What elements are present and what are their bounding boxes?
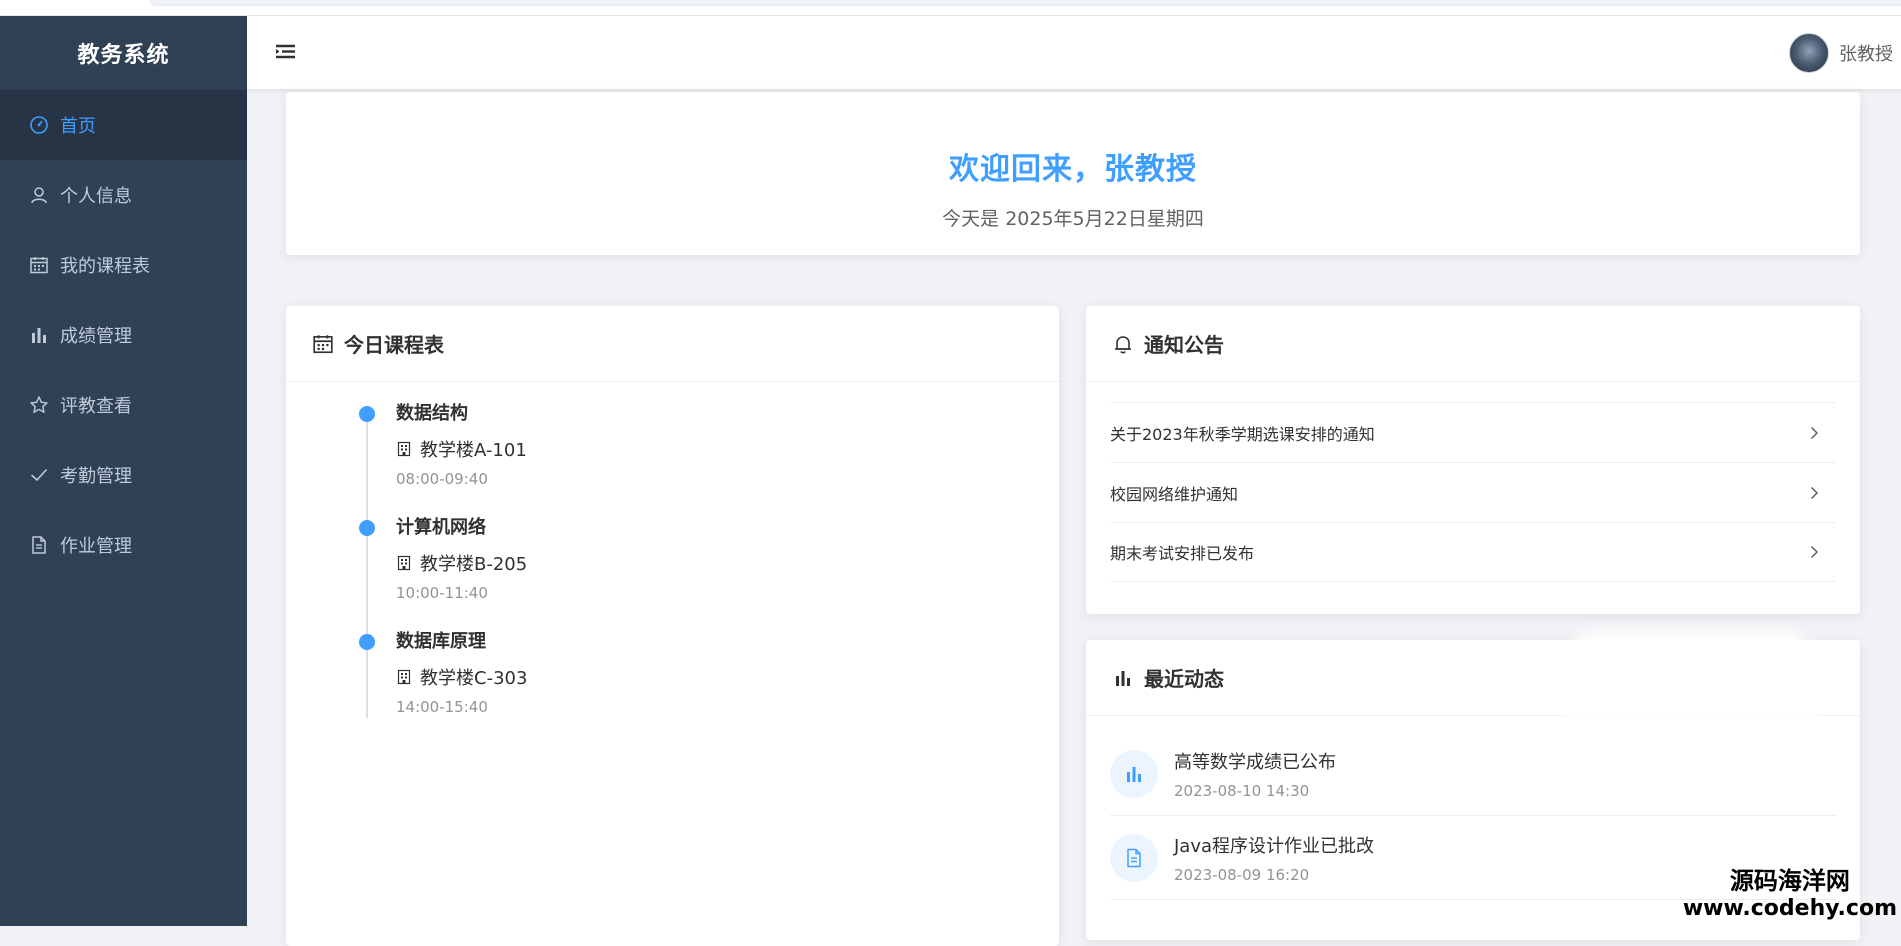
collapse-menu-icon[interactable]	[273, 40, 299, 66]
building-icon	[396, 555, 412, 571]
user-menu[interactable]: 张教授	[1789, 32, 1893, 74]
card-title: 通知公告	[1144, 329, 1224, 358]
sidebar-item-home[interactable]: 首页	[0, 90, 247, 160]
notice-title: 关于2023年秋季学期选课安排的通知	[1110, 421, 1375, 445]
course-location-text: 教学楼C-303	[420, 664, 527, 690]
activity-title: Java程序设计作业已批改	[1174, 832, 1374, 858]
notices-card: 通知公告 关于2023年秋季学期选课安排的通知 校园网络维护通知 期末考试安排已…	[1086, 306, 1860, 614]
document-icon	[1110, 834, 1158, 882]
sidebar-item-label: 作业管理	[60, 532, 132, 558]
notice-item[interactable]: 期末考试安排已发布	[1110, 522, 1836, 582]
chevron-right-icon	[1806, 425, 1822, 441]
sidebar-item-profile[interactable]: 个人信息	[0, 160, 247, 230]
bar-chart-icon	[28, 324, 50, 346]
welcome-title: 欢迎回来，张教授	[286, 144, 1860, 188]
notice-title: 期末考试安排已发布	[1110, 540, 1254, 564]
building-icon	[396, 441, 412, 457]
sidebar-item-label: 成绩管理	[60, 322, 132, 348]
dashboard-icon	[28, 114, 50, 136]
bar-chart-icon	[1112, 667, 1134, 689]
card-title: 今日课程表	[344, 329, 444, 358]
chevron-right-icon	[1806, 485, 1822, 501]
sidebar-item-label: 个人信息	[60, 182, 132, 208]
course-name: 数据库原理	[396, 628, 1059, 656]
watermark: 源码海洋网 www.codehy.com	[1683, 866, 1897, 922]
sidebar-item-grades[interactable]: 成绩管理	[0, 300, 247, 370]
notice-item[interactable]: 校园网络维护通知	[1110, 462, 1836, 522]
course-location-text: 教学楼A-101	[420, 436, 527, 462]
card-header: 通知公告	[1086, 306, 1860, 382]
activity-content: 高等数学成绩已公布 2023-08-10 14:30	[1174, 748, 1336, 800]
course-time: 10:00-11:40	[396, 584, 1059, 602]
notice-title: 校园网络维护通知	[1110, 481, 1238, 505]
course-location-text: 教学楼B-205	[420, 550, 527, 576]
sidebar-item-attendance[interactable]: 考勤管理	[0, 440, 247, 510]
activity-title: 高等数学成绩已公布	[1174, 748, 1336, 774]
sidebar: 教务系统 首页 个人信息 我的课程表 成绩管理 评教查看 考勤管理	[0, 16, 247, 926]
sidebar-item-label: 首页	[60, 112, 96, 138]
bar-chart-icon	[1110, 750, 1158, 798]
course-location: 教学楼C-303	[396, 664, 1059, 690]
sidebar-item-label: 我的课程表	[60, 252, 150, 278]
course-location: 教学楼A-101	[396, 436, 1059, 462]
card-title: 最近动态	[1144, 663, 1224, 692]
schedule-item: 数据结构 教学楼A-101 08:00-09:40	[366, 400, 1059, 514]
overlay-artifact	[1560, 630, 1820, 750]
watermark-line2: www.codehy.com	[1683, 896, 1897, 922]
watermark-line1: 源码海洋网	[1683, 866, 1897, 896]
browser-top-strip	[0, 0, 1901, 16]
sidebar-item-label: 评教查看	[60, 392, 132, 418]
course-name: 数据结构	[396, 400, 1059, 428]
calendar-icon	[28, 254, 50, 276]
document-icon	[28, 534, 50, 556]
timeline-dot	[359, 406, 375, 422]
schedule-item: 数据库原理 教学楼C-303 14:00-15:40	[366, 628, 1059, 742]
avatar	[1789, 33, 1829, 73]
schedule-item: 计算机网络 教学楼B-205 10:00-11:40	[366, 514, 1059, 628]
sidebar-item-homework[interactable]: 作业管理	[0, 510, 247, 580]
card-header: 今日课程表	[286, 306, 1059, 382]
welcome-date: 今天是 2025年5月22日星期四	[286, 204, 1860, 231]
app-brand: 教务系统	[0, 16, 247, 90]
sidebar-item-label: 考勤管理	[60, 462, 132, 488]
activity-content: Java程序设计作业已批改 2023-08-09 16:20	[1174, 832, 1374, 884]
chevron-right-icon	[1806, 544, 1822, 560]
timeline-dot	[359, 634, 375, 650]
sidebar-item-evaluation[interactable]: 评教查看	[0, 370, 247, 440]
check-icon	[28, 464, 50, 486]
today-schedule-card: 今日课程表 数据结构 教学楼A-101 08:00-09:40 计算机网络 教学…	[286, 306, 1059, 946]
notice-item[interactable]: 关于2023年秋季学期选课安排的通知	[1110, 402, 1836, 462]
course-time: 08:00-09:40	[396, 470, 1059, 488]
activity-time: 2023-08-09 16:20	[1174, 866, 1374, 884]
notice-list: 关于2023年秋季学期选课安排的通知 校园网络维护通知 期末考试安排已发布	[1086, 382, 1860, 582]
bell-icon	[1112, 333, 1134, 355]
course-name: 计算机网络	[396, 514, 1059, 542]
schedule-timeline: 数据结构 教学楼A-101 08:00-09:40 计算机网络 教学楼B-205…	[286, 382, 1059, 742]
username: 张教授	[1839, 40, 1893, 66]
user-icon	[28, 184, 50, 206]
browser-address-bar	[150, 0, 1901, 6]
top-header: 张教授	[247, 16, 1901, 90]
building-icon	[396, 669, 412, 685]
activity-time: 2023-08-10 14:30	[1174, 782, 1336, 800]
sidebar-item-schedule[interactable]: 我的课程表	[0, 230, 247, 300]
calendar-icon	[312, 333, 334, 355]
star-icon	[28, 394, 50, 416]
course-location: 教学楼B-205	[396, 550, 1059, 576]
welcome-card: 欢迎回来，张教授 今天是 2025年5月22日星期四	[286, 92, 1860, 255]
timeline-dot	[359, 520, 375, 536]
course-time: 14:00-15:40	[396, 698, 1059, 716]
